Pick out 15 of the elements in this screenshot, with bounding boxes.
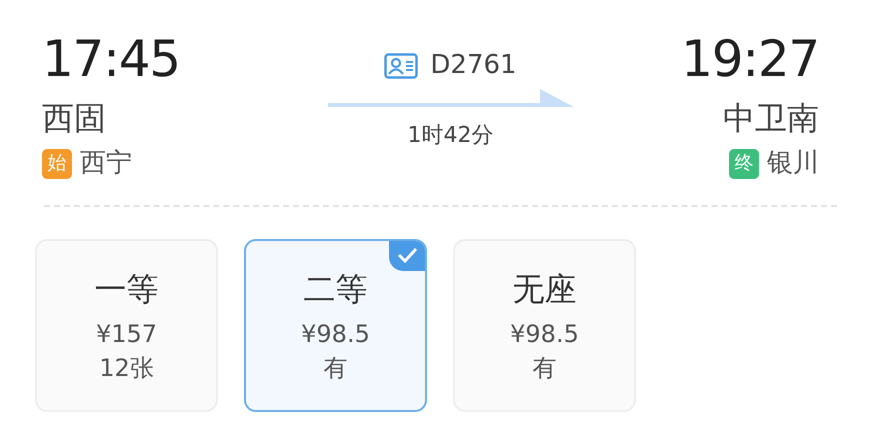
arrival-time: 19:27 [681, 29, 819, 90]
origin-station: 西宁 [80, 147, 132, 180]
arrival-station: 中卫南 [723, 98, 819, 139]
train-number: D2761 [430, 49, 517, 82]
id-card-icon [384, 52, 418, 78]
travel-duration: 1时42分 [408, 122, 494, 150]
departure-station: 西固 [42, 98, 106, 139]
station-badge: 终 [729, 148, 759, 178]
terminal-station: 银川 [767, 147, 819, 180]
station-badge: 始 [42, 148, 72, 178]
seat-option[interactable]: 一等 ¥157 12张 [35, 239, 218, 412]
departure-time: 17:45 [42, 29, 180, 90]
check-icon [389, 241, 425, 271]
seat-option[interactable]: 二等 ¥98.5 有 [244, 239, 427, 412]
seat-option[interactable]: 无座 ¥98.5 有 [453, 239, 636, 412]
